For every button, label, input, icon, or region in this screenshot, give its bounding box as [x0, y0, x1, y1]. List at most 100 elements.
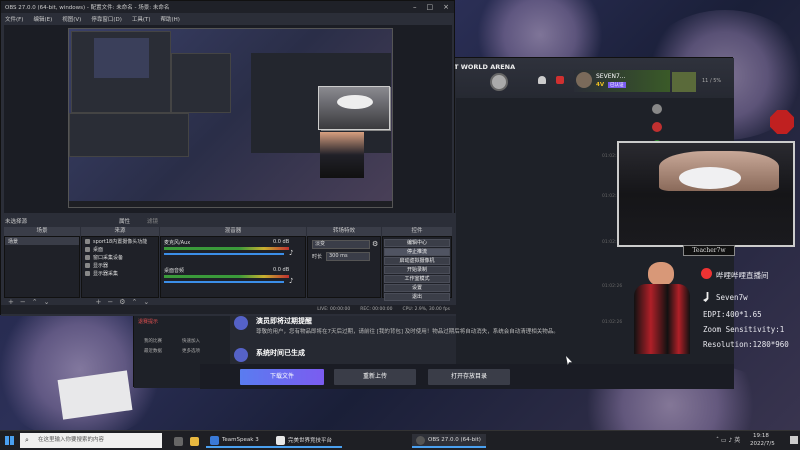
sidebar-highlight[interactable]: 退赛提示 — [138, 318, 158, 325]
mixer-dock: 麦克风/Aux 0.0 dB ♪ 桌面音频 0.0 dB ♪ — [160, 236, 306, 298]
source-item[interactable]: 显示器 — [82, 261, 158, 269]
teamspeak-icon — [210, 435, 219, 445]
arena-icon — [276, 435, 285, 445]
gear-icon[interactable]: ⚙ — [372, 240, 378, 248]
rank-icon[interactable] — [672, 72, 696, 92]
explorer-icon[interactable] — [186, 434, 203, 448]
obs-dock-area: 未选择源 属性 滤镜 场景 场景 来源 sport18内置摄像头功能 桌面 窗口… — [1, 213, 456, 316]
monitor-icon — [85, 262, 90, 268]
controls-header: 控件 — [382, 227, 452, 236]
control-button[interactable]: 编辑中心 — [384, 239, 450, 247]
download-file-button[interactable]: 下载文件 — [240, 369, 324, 385]
streamer-head — [648, 262, 674, 286]
sidebar-item[interactable]: 最近数据 — [144, 348, 162, 354]
globe-icon[interactable] — [490, 73, 508, 91]
stop-streaming-button[interactable]: 停止推流 — [384, 248, 450, 256]
transition-select[interactable]: 淡变 — [312, 240, 370, 249]
streamer-body — [634, 284, 690, 354]
source-label: 桌面 — [93, 246, 104, 253]
windows-start-icon[interactable] — [5, 436, 14, 445]
properties-button[interactable]: 属性 — [119, 217, 130, 225]
close-icon[interactable]: × — [443, 3, 449, 11]
volume-slider[interactable] — [164, 281, 284, 283]
cam-label: Teacher7w — [683, 245, 735, 256]
nested-obs-docks — [69, 113, 189, 157]
nested-preview-image — [94, 38, 149, 78]
timestamp: 01:02:26 — [602, 284, 623, 289]
dpi-text: EDPI:400*1.65 — [703, 310, 762, 319]
taskbar: ⌕ 在这里输入你要搜索的内容 TeamSpeak 3 完美世界竞技平台 OBS … — [0, 430, 800, 450]
side-icon[interactable] — [652, 122, 662, 132]
mixer-channel-level: 0.0 dB — [273, 239, 290, 245]
webcam-overlay — [617, 141, 795, 247]
menu-edit[interactable]: 编辑(E) — [33, 15, 52, 23]
user-card[interactable]: SEVEN7... 4V 已认证 — [574, 70, 670, 92]
source-label: 窗口采集设备 — [93, 254, 124, 261]
clock-time: 19:18 — [753, 433, 769, 439]
notice-desc: 尊敬的用户，您有物品即将在7天后过期，请前往 [我的背包] 及时使用！物品过期后… — [256, 329, 559, 335]
monitor-icon — [85, 270, 90, 276]
nested-obs-preview — [71, 31, 171, 113]
sidebar-item[interactable]: 快速加入 — [182, 338, 200, 344]
speaker-icon[interactable]: ♪ — [289, 277, 293, 285]
mixer-channel-name: 麦克风/Aux — [164, 240, 191, 246]
settings-button[interactable]: 设置 — [384, 284, 450, 292]
no-source-label: 未选择源 — [5, 219, 28, 225]
tray-icons[interactable]: ˆ ▭ ♪ 英 — [716, 435, 740, 444]
rec-status: REC: 00:00:00 — [360, 307, 393, 312]
duration-input[interactable]: 300 ms — [326, 252, 370, 261]
counter: 11 / 5% — [702, 78, 722, 84]
notice-icon — [234, 348, 248, 362]
scene-item[interactable]: 场景 — [5, 237, 79, 245]
taskbar-app[interactable]: OBS 27.0.0 (64-bit) — [412, 434, 486, 448]
source-item[interactable]: 桌面 — [82, 245, 158, 253]
studio-mode-button[interactable]: 工作室模式 — [384, 275, 450, 283]
mixer-channel-name: 桌面音频 — [164, 268, 185, 274]
menu-tools[interactable]: 工具(T) — [132, 15, 151, 23]
obs-title: OBS 27.0.0 (64-bit, windows) - 配置文件: 未命名… — [5, 5, 170, 11]
scenes-dock: 场景 — [4, 236, 80, 298]
webcam-preview-small — [318, 86, 390, 130]
avatar — [576, 72, 592, 88]
reupload-button[interactable]: 重新上传 — [334, 369, 416, 385]
search-icon: ⌕ — [25, 436, 29, 444]
filters-button[interactable]: 滤镜 — [147, 217, 158, 225]
taskbar-app[interactable]: TeamSpeak 3 — [206, 434, 272, 448]
open-folder-button[interactable]: 打开存放目录 — [428, 369, 510, 385]
maximize-icon[interactable]: □ — [427, 3, 434, 11]
taskbar-app[interactable]: 完美世界竞技平台 — [272, 434, 342, 448]
obs-menu-bar: 文件(F) 编辑(E) 视图(V) 停靠窗口(D) 工具(T) 帮助(H) — [1, 13, 454, 24]
volume-slider[interactable] — [164, 253, 284, 255]
resolution-text: Resolution:1280*960 — [703, 340, 789, 349]
sidebar-item[interactable]: 我的比赛 — [144, 338, 162, 344]
source-label: 显示器采集 — [93, 270, 119, 277]
nested-taskbar — [69, 201, 392, 207]
game-header: T WORLD ARENA — [454, 63, 516, 71]
task-view-icon[interactable] — [170, 434, 187, 448]
notice-title: 系统时间已生成 — [256, 349, 305, 357]
minimize-icon[interactable]: – — [413, 3, 417, 11]
source-item[interactable]: 窗口采集设备 — [82, 253, 158, 261]
source-item[interactable]: sport18内置摄像头功能 — [82, 237, 158, 245]
zoom-text: Zoom Sensitivity:1 — [703, 325, 785, 334]
menu-help[interactable]: 帮助(H) — [161, 15, 180, 23]
virtual-camera-button[interactable]: 启动虚拟摄像机 — [384, 257, 450, 265]
nested-window — [171, 53, 231, 113]
douyin-text: Seven7w — [716, 293, 748, 302]
mail-icon[interactable] — [556, 76, 564, 84]
taskbar-search[interactable]: ⌕ 在这里输入你要搜索的内容 — [20, 433, 162, 448]
start-recording-button[interactable]: 开始录制 — [384, 266, 450, 274]
menu-view[interactable]: 视图(V) — [62, 15, 81, 23]
bilibili-icon — [701, 268, 712, 279]
source-item[interactable]: 显示器采集 — [82, 269, 158, 277]
obs-icon — [416, 435, 425, 445]
mouse-in-cam — [679, 167, 741, 189]
sidebar-item[interactable]: 更多选项 — [182, 348, 200, 354]
menu-docks[interactable]: 停靠窗口(D) — [91, 15, 122, 23]
notification-icon[interactable] — [790, 436, 798, 444]
menu-file[interactable]: 文件(F) — [5, 15, 23, 23]
side-icon[interactable] — [652, 104, 662, 114]
speaker-icon[interactable]: ♪ — [289, 249, 293, 257]
live-status: LIVE: 00:00:00 — [317, 307, 351, 312]
bell-icon[interactable] — [538, 76, 546, 84]
